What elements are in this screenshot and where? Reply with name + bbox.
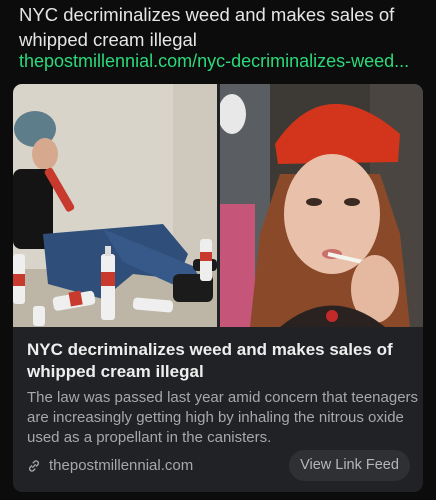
link-preview-card[interactable]: NYC decriminalizes weed and makes sales … xyxy=(13,84,423,492)
whipped-cream-cans-photo xyxy=(13,84,217,327)
card-description: The law was passed last year amid concer… xyxy=(27,389,419,446)
preview-image[interactable] xyxy=(13,84,423,327)
card-title[interactable]: NYC decriminalizes weed and makes sales … xyxy=(27,339,412,383)
message-title: NYC decriminalizes weed and makes sales … xyxy=(19,4,395,50)
woman-smoking-photo xyxy=(220,84,423,327)
card-domain[interactable]: thepostmillennial.com xyxy=(27,456,193,476)
link-icon xyxy=(27,459,41,473)
message-link[interactable]: thepostmillennial.com/nyc-decriminalizes… xyxy=(19,50,424,72)
card-domain-text: thepostmillennial.com xyxy=(49,457,194,474)
view-link-feed-button[interactable]: View Link Feed xyxy=(289,450,410,481)
